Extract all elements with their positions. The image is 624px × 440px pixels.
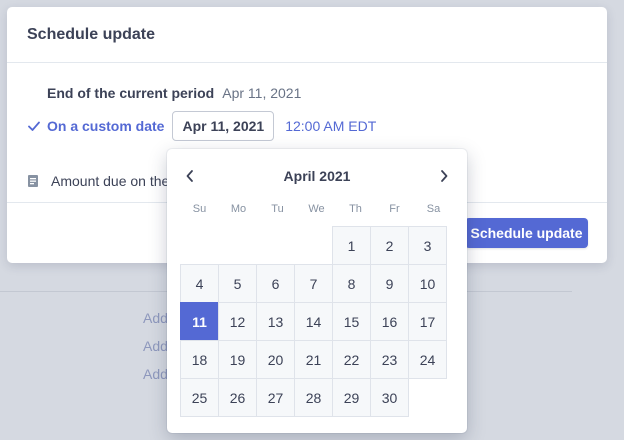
amount-due-row: Amount due on the: [27, 173, 169, 189]
calendar-day-selected[interactable]: 11: [180, 302, 219, 341]
weekday-label: Fr: [389, 203, 400, 215]
weekday-label: Mo: [230, 203, 247, 215]
previous-month-button[interactable]: [181, 167, 199, 185]
next-month-button[interactable]: [435, 167, 453, 185]
calendar-week: 4 5 6 7 8 9 10: [180, 264, 447, 303]
calendar-day[interactable]: 6: [256, 264, 295, 303]
time-link[interactable]: 12:00 AM EDT: [285, 118, 376, 134]
schedule-update-button[interactable]: Schedule update: [465, 218, 588, 248]
background-add-link[interactable]: Add: [143, 338, 168, 354]
custom-date-label[interactable]: On a custom date: [47, 118, 164, 134]
calendar-day[interactable]: 13: [256, 302, 295, 341]
weekday-label: Sa: [426, 203, 441, 215]
calendar-day[interactable]: 30: [370, 378, 409, 417]
calendar-day[interactable]: 7: [294, 264, 333, 303]
calendar-day[interactable]: 2: [370, 226, 409, 265]
calendar-day[interactable]: 21: [294, 340, 333, 379]
background-add-link[interactable]: Add: [143, 310, 168, 326]
calendar-empty-cell: [180, 226, 219, 265]
calendar-day[interactable]: 4: [180, 264, 219, 303]
weekday-label: Su: [192, 203, 207, 215]
modal-header: Schedule update: [7, 7, 607, 63]
background-add-link[interactable]: Add: [143, 366, 168, 382]
calendar-day[interactable]: 5: [218, 264, 257, 303]
chevron-left-icon: [186, 170, 193, 182]
calendar-day[interactable]: 1: [332, 226, 371, 265]
calendar-week: 123: [180, 226, 447, 265]
calendar-day[interactable]: 15: [332, 302, 371, 341]
chevron-right-icon: [441, 170, 448, 182]
calendar-day[interactable]: 17: [408, 302, 447, 341]
calendar-day[interactable]: 3: [408, 226, 447, 265]
calendar-week: 11 12 13 14 15 16 17: [180, 302, 447, 341]
end-of-period-date: Apr 11, 2021: [222, 85, 302, 101]
date-picker-popover: April 2021 Su Mo Tu We Th Fr Sa 12345678…: [167, 149, 467, 433]
calendar-day[interactable]: 29: [332, 378, 371, 417]
modal-title: Schedule update: [27, 25, 156, 43]
calendar-day[interactable]: 27: [256, 378, 295, 417]
calendar-day[interactable]: 18: [180, 340, 219, 379]
check-icon: [28, 121, 40, 131]
weekday-header: Su Mo Tu We Th Fr Sa: [180, 203, 453, 215]
weekday-label: Tu: [271, 203, 284, 215]
calendar-empty-cell: [218, 226, 257, 265]
calendar-day[interactable]: 20: [256, 340, 295, 379]
custom-date-option: On a custom date Apr 11, 2021 12:00 AM E…: [27, 111, 376, 141]
calendar-day[interactable]: 19: [218, 340, 257, 379]
calendar-day[interactable]: 14: [294, 302, 333, 341]
calendar-week: 18 19 20 21 22 23 24: [180, 340, 447, 379]
calendar-grid: 1 2 3 4 5 6 7 8 9 10 11 12 13 14 15 16 17 18 19 20 21 22 23 24 2…: [180, 226, 447, 417]
calendar-empty-cell: [408, 378, 447, 417]
calendar-week: 25 26 27 28 29 30: [180, 378, 447, 417]
calendar-empty-cell: [294, 226, 333, 265]
calendar-day[interactable]: 24: [408, 340, 447, 379]
calendar-header: April 2021: [167, 163, 467, 189]
amount-due-label: Amount due on the: [51, 173, 170, 189]
document-icon: [28, 175, 38, 187]
calendar-day[interactable]: 28: [294, 378, 333, 417]
end-of-period-option[interactable]: End of the current period Apr 11, 2021: [47, 85, 301, 101]
date-input[interactable]: Apr 11, 2021: [172, 111, 275, 141]
calendar-day[interactable]: 12: [218, 302, 257, 341]
calendar-month-label: April 2021: [283, 168, 351, 184]
calendar-empty-cell: [256, 226, 295, 265]
calendar-day[interactable]: 16: [370, 302, 409, 341]
calendar-day[interactable]: 22: [332, 340, 371, 379]
end-of-period-label: End of the current period: [47, 85, 215, 101]
calendar-day[interactable]: 8: [332, 264, 371, 303]
weekday-label: Th: [349, 203, 362, 215]
calendar-day[interactable]: 25: [180, 378, 219, 417]
calendar-day[interactable]: 10: [408, 264, 447, 303]
weekday-label: We: [308, 203, 325, 215]
calendar-day[interactable]: 9: [370, 264, 409, 303]
calendar-day[interactable]: 23: [370, 340, 409, 379]
calendar-day[interactable]: 26: [218, 378, 257, 417]
